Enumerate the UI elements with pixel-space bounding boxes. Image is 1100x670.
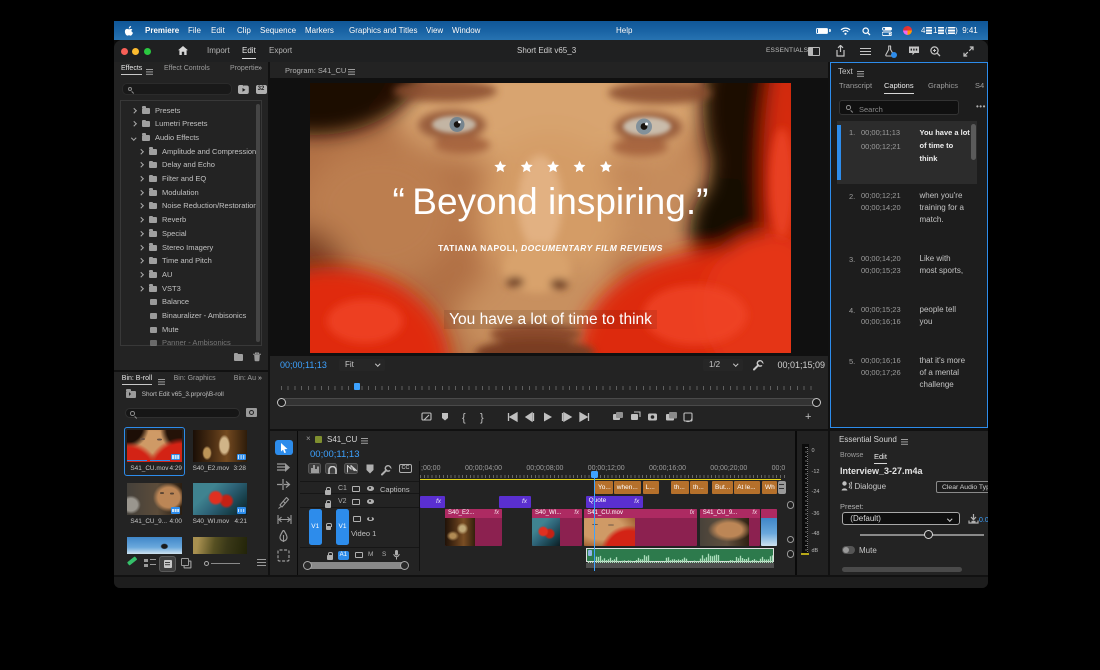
svg-text:{: { — [462, 412, 466, 424]
svg-text:}: } — [480, 412, 484, 424]
